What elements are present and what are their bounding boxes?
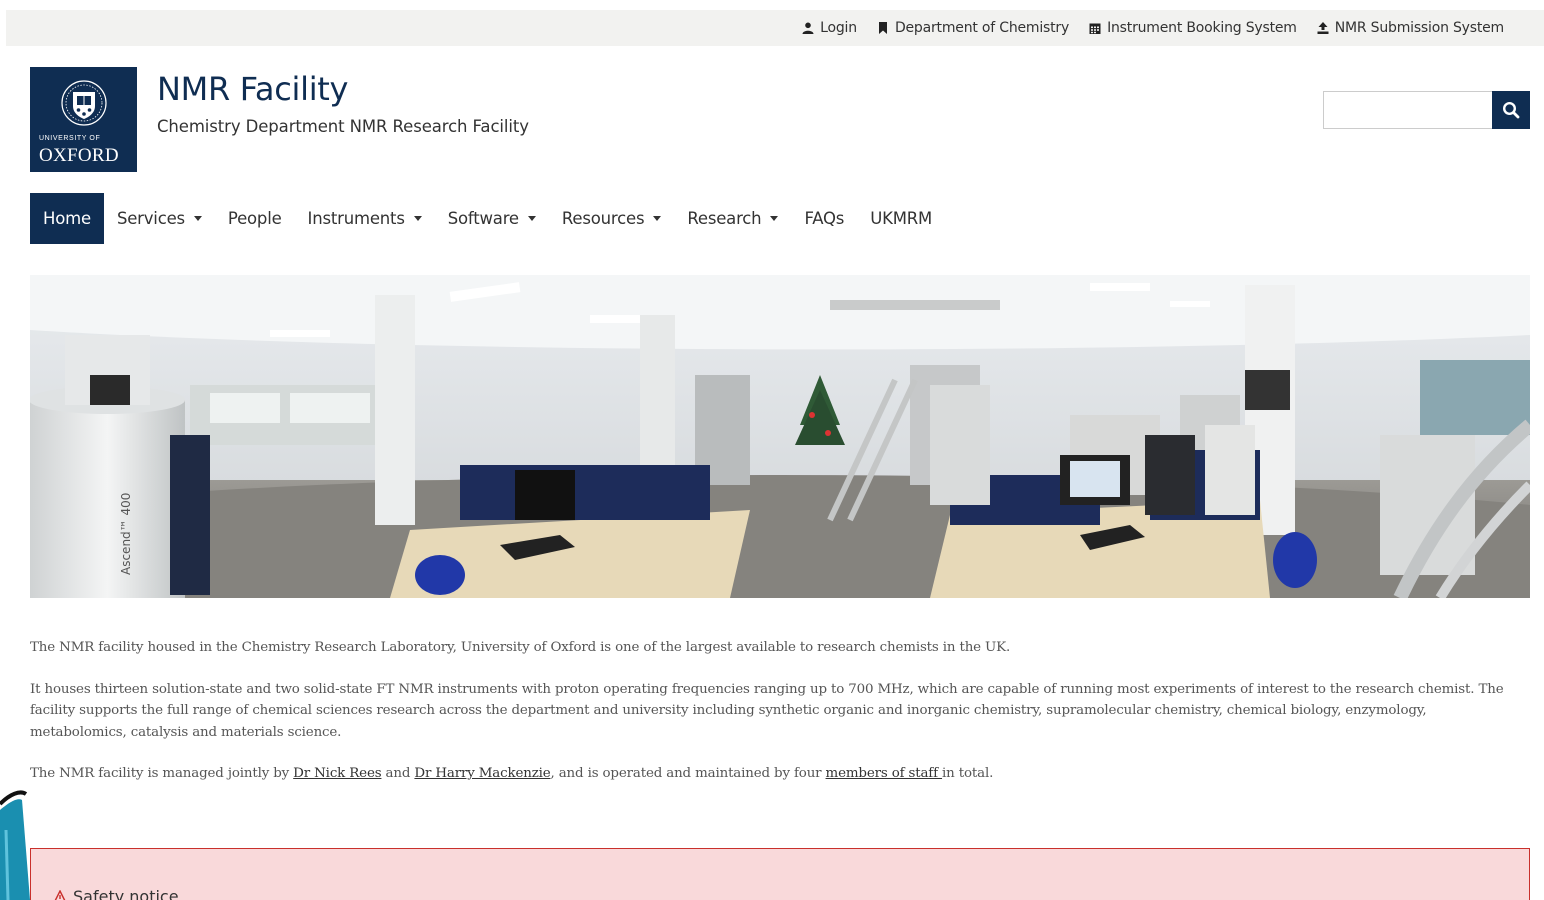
nav-people[interactable]: People <box>215 193 295 244</box>
nmr-submission-label: NMR Submission System <box>1334 20 1504 36</box>
instrument-booking-label: Instrument Booking System <box>1107 20 1297 36</box>
nav-research[interactable]: Research <box>674 193 791 244</box>
nav-home-label: Home <box>43 209 91 228</box>
bookmark-icon <box>878 22 887 34</box>
harry-mackenzie-link[interactable]: Dr Harry Mackenzie <box>414 766 550 781</box>
main-nav: Home Services People Instruments Softwar… <box>30 193 945 244</box>
caret-down-icon <box>527 216 536 221</box>
calendar-icon <box>1089 23 1101 34</box>
nav-faqs[interactable]: FAQs <box>791 193 857 244</box>
crest-icon <box>60 80 107 126</box>
nav-software[interactable]: Software <box>435 193 549 244</box>
safety-notice-label: Safety notice <box>73 887 179 900</box>
upload-icon <box>1317 22 1329 34</box>
caret-down-icon <box>770 216 779 221</box>
lab-panorama-image: Ascend™ 400 <box>30 275 1530 598</box>
nav-instruments-label: Instruments <box>307 209 405 228</box>
nav-software-label: Software <box>447 209 519 228</box>
safety-notice-title: Safety notice <box>53 887 179 900</box>
search-input[interactable] <box>1323 91 1493 129</box>
instrument-booking-link[interactable]: Instrument Booking System <box>1089 20 1297 36</box>
p3-text-d: in total. <box>942 766 994 781</box>
site-title[interactable]: NMR Facility <box>157 70 348 108</box>
nav-services[interactable]: Services <box>104 193 215 244</box>
nav-instruments[interactable]: Instruments <box>295 193 435 244</box>
search-icon <box>1502 101 1520 119</box>
department-label: Department of Chemistry <box>894 20 1070 36</box>
nick-rees-link[interactable]: Dr Nick Rees <box>293 766 381 781</box>
magnet-label: Ascend™ 400 <box>119 493 133 575</box>
site-subtitle: Chemistry Department NMR Research Facili… <box>157 117 529 136</box>
nav-people-label: People <box>227 209 282 228</box>
corner-decoration <box>0 790 30 900</box>
user-icon <box>802 22 814 34</box>
utility-links: Login Department of Chemistry Instrument… <box>802 10 1504 46</box>
caret-down-icon <box>653 216 662 221</box>
p3-text-a: The NMR facility is managed jointly by <box>30 766 294 781</box>
logo-university-of: UNIVERSITY OF <box>39 135 101 142</box>
nav-resources[interactable]: Resources <box>549 193 674 244</box>
nav-research-label: Research <box>687 209 762 228</box>
logo-oxford: OXFORD <box>39 145 119 166</box>
login-link[interactable]: Login <box>802 20 857 36</box>
nav-faqs-label: FAQs <box>804 209 845 228</box>
nav-resources-label: Resources <box>561 209 645 228</box>
intro-paragraph-1: The NMR facility housed in the Chemistry… <box>30 640 1011 655</box>
p3-text-b: and <box>381 766 415 781</box>
department-of-chemistry-link[interactable]: Department of Chemistry <box>877 20 1069 36</box>
nav-ukmrm-label: UKMRM <box>870 209 933 228</box>
login-label: Login <box>820 20 857 36</box>
p3-text-c: , and is operated and maintained by four <box>550 766 826 781</box>
nav-home[interactable]: Home <box>30 193 104 244</box>
members-of-staff-link[interactable]: members of staff <box>826 766 942 781</box>
nav-services-label: Services <box>116 209 185 228</box>
caret-down-icon <box>413 216 422 221</box>
safety-notice: Safety notice <box>30 848 1530 900</box>
search-button[interactable] <box>1492 91 1530 129</box>
university-logo[interactable]: UNIVERSITY OF OXFORD <box>30 67 137 172</box>
intro-paragraph-3: The NMR facility is managed jointly by D… <box>30 763 1510 785</box>
nav-ukmrm[interactable]: UKMRM <box>857 193 945 244</box>
intro-text: The NMR facility housed in the Chemistry… <box>30 637 1510 805</box>
nmr-submission-link[interactable]: NMR Submission System <box>1317 20 1504 36</box>
intro-paragraph-2: It houses thirteen solution-state and tw… <box>30 681 1504 740</box>
utility-bar: Login Department of Chemistry Instrument… <box>6 10 1544 46</box>
warning-icon <box>54 889 66 900</box>
caret-down-icon <box>193 216 202 221</box>
